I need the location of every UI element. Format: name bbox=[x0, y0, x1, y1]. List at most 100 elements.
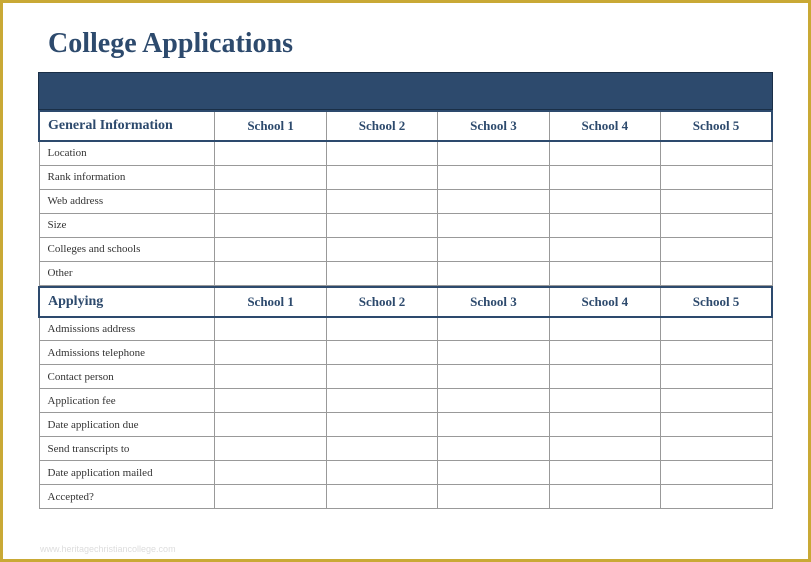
cell[interactable] bbox=[661, 437, 772, 461]
cell[interactable] bbox=[215, 461, 326, 485]
cell[interactable] bbox=[326, 317, 437, 341]
cell[interactable] bbox=[438, 141, 549, 165]
cell[interactable] bbox=[326, 365, 437, 389]
row-label: Application fee bbox=[39, 389, 215, 413]
column-header: School 5 bbox=[661, 111, 772, 141]
cell[interactable] bbox=[215, 261, 326, 285]
cell[interactable] bbox=[661, 237, 772, 261]
table-row: Application fee bbox=[39, 389, 772, 413]
table-row: Location bbox=[39, 141, 772, 165]
cell[interactable] bbox=[438, 437, 549, 461]
row-label: Date application mailed bbox=[39, 461, 215, 485]
cell[interactable] bbox=[215, 213, 326, 237]
column-header: School 1 bbox=[215, 111, 326, 141]
cell[interactable] bbox=[438, 165, 549, 189]
cell[interactable] bbox=[438, 261, 549, 285]
cell[interactable] bbox=[661, 389, 772, 413]
cell[interactable] bbox=[215, 341, 326, 365]
table-row: Colleges and schools bbox=[39, 237, 772, 261]
cell[interactable] bbox=[438, 389, 549, 413]
cell[interactable] bbox=[438, 485, 549, 509]
cell[interactable] bbox=[326, 141, 437, 165]
cell[interactable] bbox=[326, 341, 437, 365]
cell[interactable] bbox=[215, 365, 326, 389]
column-header: School 3 bbox=[438, 287, 549, 317]
table-row: Date application due bbox=[39, 413, 772, 437]
cell[interactable] bbox=[215, 189, 326, 213]
cell[interactable] bbox=[438, 213, 549, 237]
cell[interactable] bbox=[549, 189, 660, 213]
section-header-row: Applying School 1 School 2 School 3 Scho… bbox=[39, 287, 772, 317]
cell[interactable] bbox=[215, 437, 326, 461]
cell[interactable] bbox=[438, 317, 549, 341]
row-label: Web address bbox=[39, 189, 215, 213]
cell[interactable] bbox=[215, 237, 326, 261]
cell[interactable] bbox=[661, 213, 772, 237]
header-bar bbox=[38, 72, 773, 110]
cell[interactable] bbox=[661, 141, 772, 165]
row-label: Admissions telephone bbox=[39, 341, 215, 365]
cell[interactable] bbox=[438, 365, 549, 389]
section-applying: Applying School 1 School 2 School 3 Scho… bbox=[38, 286, 773, 510]
table-row: Accepted? bbox=[39, 485, 772, 509]
row-label: Accepted? bbox=[39, 485, 215, 509]
cell[interactable] bbox=[326, 165, 437, 189]
cell[interactable] bbox=[549, 437, 660, 461]
cell[interactable] bbox=[326, 437, 437, 461]
cell[interactable] bbox=[549, 341, 660, 365]
section-header-row: General Information School 1 School 2 Sc… bbox=[39, 111, 772, 141]
cell[interactable] bbox=[661, 165, 772, 189]
cell[interactable] bbox=[549, 365, 660, 389]
row-label: Other bbox=[39, 261, 215, 285]
cell[interactable] bbox=[549, 141, 660, 165]
cell[interactable] bbox=[215, 141, 326, 165]
cell[interactable] bbox=[326, 189, 437, 213]
cell[interactable] bbox=[661, 341, 772, 365]
row-label: Send transcripts to bbox=[39, 437, 215, 461]
cell[interactable] bbox=[326, 389, 437, 413]
cell[interactable] bbox=[326, 261, 437, 285]
cell[interactable] bbox=[661, 365, 772, 389]
column-header: School 2 bbox=[326, 287, 437, 317]
cell[interactable] bbox=[549, 389, 660, 413]
cell[interactable] bbox=[661, 189, 772, 213]
section-general-information: General Information School 1 School 2 Sc… bbox=[38, 110, 773, 286]
page-title: College Applications bbox=[48, 28, 773, 60]
cell[interactable] bbox=[326, 461, 437, 485]
cell[interactable] bbox=[438, 341, 549, 365]
row-label: Colleges and schools bbox=[39, 237, 215, 261]
cell[interactable] bbox=[215, 317, 326, 341]
cell[interactable] bbox=[438, 413, 549, 437]
cell[interactable] bbox=[215, 485, 326, 509]
row-label: Size bbox=[39, 213, 215, 237]
cell[interactable] bbox=[326, 413, 437, 437]
cell[interactable] bbox=[661, 485, 772, 509]
cell[interactable] bbox=[438, 461, 549, 485]
cell[interactable] bbox=[549, 237, 660, 261]
row-label: Contact person bbox=[39, 365, 215, 389]
cell[interactable] bbox=[215, 389, 326, 413]
cell[interactable] bbox=[661, 317, 772, 341]
cell[interactable] bbox=[549, 485, 660, 509]
column-header: School 4 bbox=[549, 111, 660, 141]
table-row: Admissions address bbox=[39, 317, 772, 341]
table-row: Rank information bbox=[39, 165, 772, 189]
cell[interactable] bbox=[661, 261, 772, 285]
cell[interactable] bbox=[438, 189, 549, 213]
cell[interactable] bbox=[549, 213, 660, 237]
cell[interactable] bbox=[661, 413, 772, 437]
cell[interactable] bbox=[549, 413, 660, 437]
cell[interactable] bbox=[661, 461, 772, 485]
column-header: School 2 bbox=[326, 111, 437, 141]
cell[interactable] bbox=[549, 461, 660, 485]
cell[interactable] bbox=[549, 165, 660, 189]
cell[interactable] bbox=[549, 317, 660, 341]
cell[interactable] bbox=[326, 213, 437, 237]
cell[interactable] bbox=[215, 413, 326, 437]
cell[interactable] bbox=[326, 485, 437, 509]
section-name: Applying bbox=[39, 287, 215, 317]
cell[interactable] bbox=[549, 261, 660, 285]
cell[interactable] bbox=[438, 237, 549, 261]
cell[interactable] bbox=[215, 165, 326, 189]
cell[interactable] bbox=[326, 237, 437, 261]
